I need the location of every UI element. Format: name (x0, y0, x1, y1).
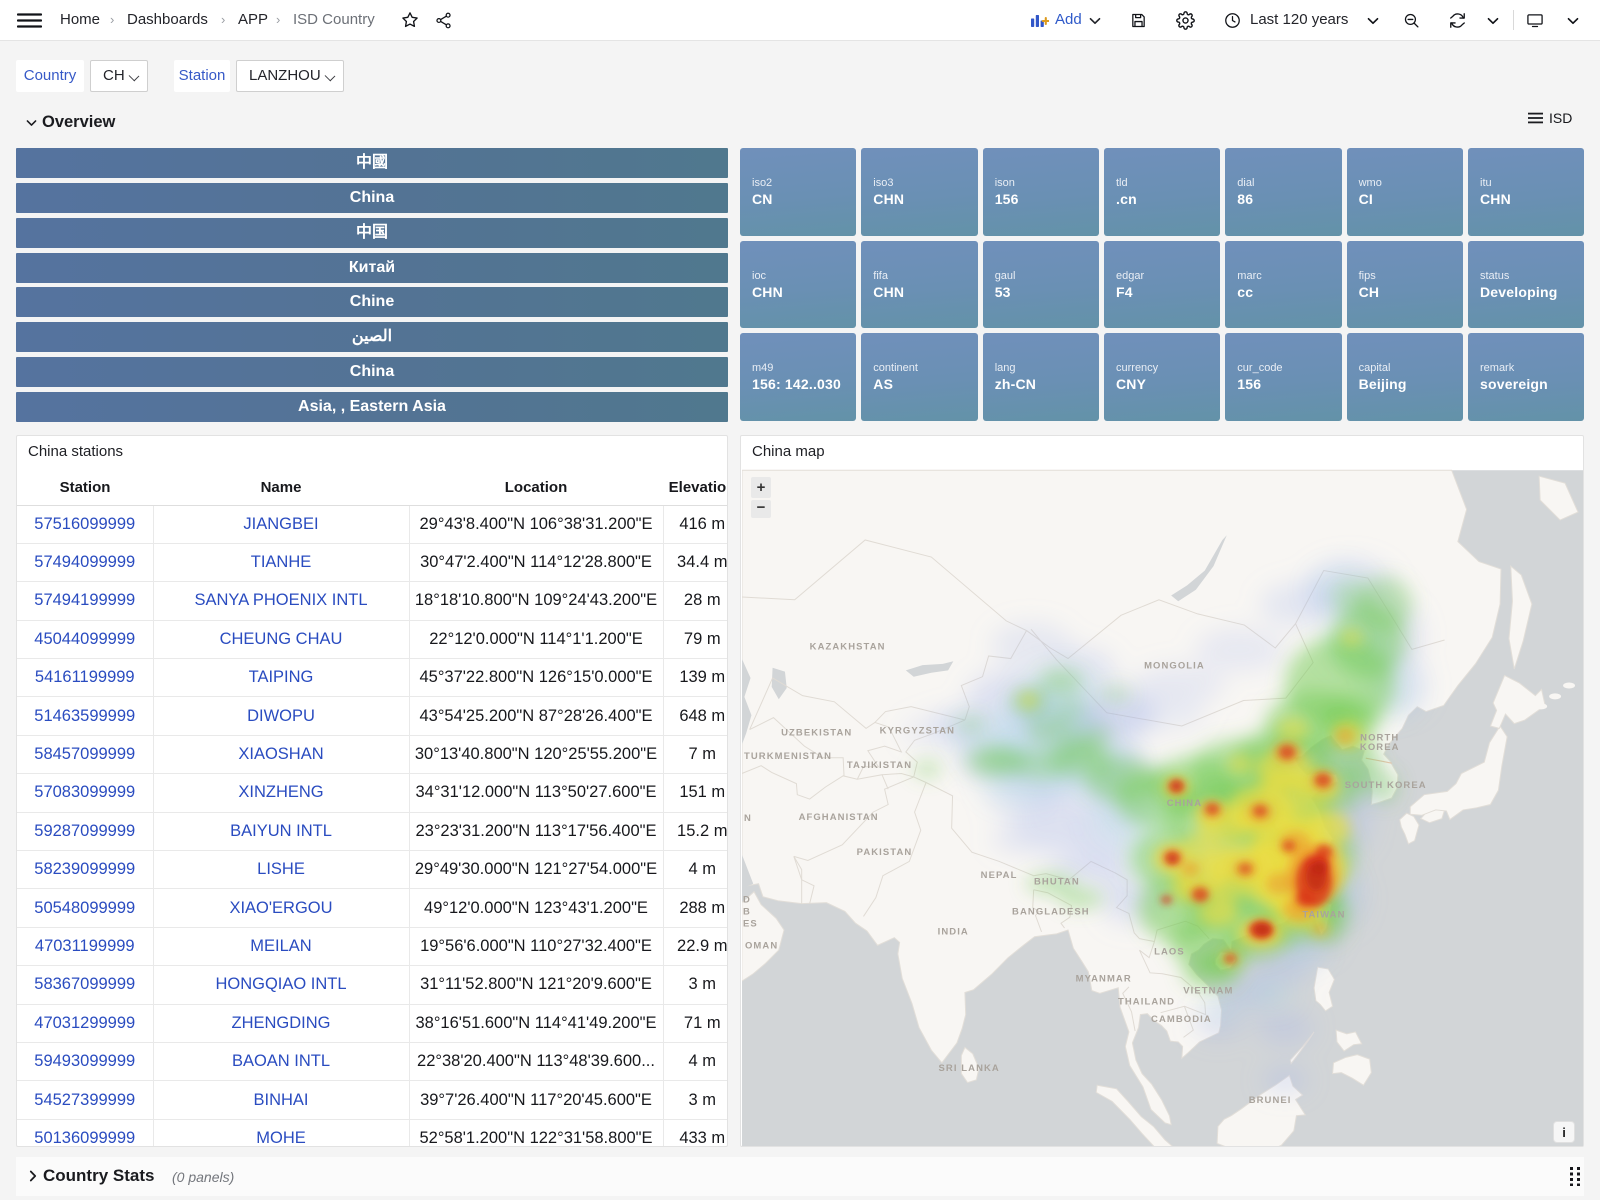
svg-text:CHINA: CHINA (1167, 798, 1202, 809)
svg-text:AFGHANISTAN: AFGHANISTAN (799, 812, 879, 823)
svg-text:UZBEKISTAN: UZBEKISTAN (781, 727, 852, 738)
svg-text:THAILAND: THAILAND (1118, 996, 1175, 1007)
svg-text:SRI LANKA: SRI LANKA (939, 1063, 1000, 1074)
svg-text:BRUNEI: BRUNEI (1249, 1095, 1292, 1106)
svg-text:PAKISTAN: PAKISTAN (857, 847, 913, 858)
svg-text:MONGOLIA: MONGOLIA (1144, 661, 1205, 672)
svg-text:BHUTAN: BHUTAN (1034, 877, 1080, 888)
svg-text:LAOS: LAOS (1154, 946, 1185, 957)
svg-text:VIETNAM: VIETNAM (1183, 985, 1233, 996)
svg-text:NEPAL: NEPAL (981, 870, 1018, 881)
svg-text:B: B (743, 907, 751, 918)
svg-text:BANGLADESH: BANGLADESH (1012, 907, 1090, 918)
svg-text:TURKMENISTAN: TURKMENISTAN (744, 751, 832, 762)
svg-text:D: D (743, 895, 751, 906)
svg-text:CAMBODIA: CAMBODIA (1151, 1014, 1212, 1025)
svg-text:SOUTH KOREA: SOUTH KOREA (1345, 780, 1427, 791)
svg-text:N: N (744, 813, 752, 824)
svg-text:KOREA: KOREA (1360, 742, 1400, 753)
svg-text:OMAN: OMAN (745, 941, 778, 952)
svg-text:ES: ES (743, 919, 758, 930)
svg-text:TAIWAN: TAIWAN (1302, 910, 1345, 921)
svg-text:TAJIKISTAN: TAJIKISTAN (847, 760, 912, 771)
svg-text:KAZAKHSTAN: KAZAKHSTAN (810, 642, 886, 653)
svg-text:INDIA: INDIA (938, 927, 969, 938)
svg-text:MYANMAR: MYANMAR (1076, 973, 1132, 984)
svg-text:KYRGYZSTAN: KYRGYZSTAN (880, 725, 955, 736)
